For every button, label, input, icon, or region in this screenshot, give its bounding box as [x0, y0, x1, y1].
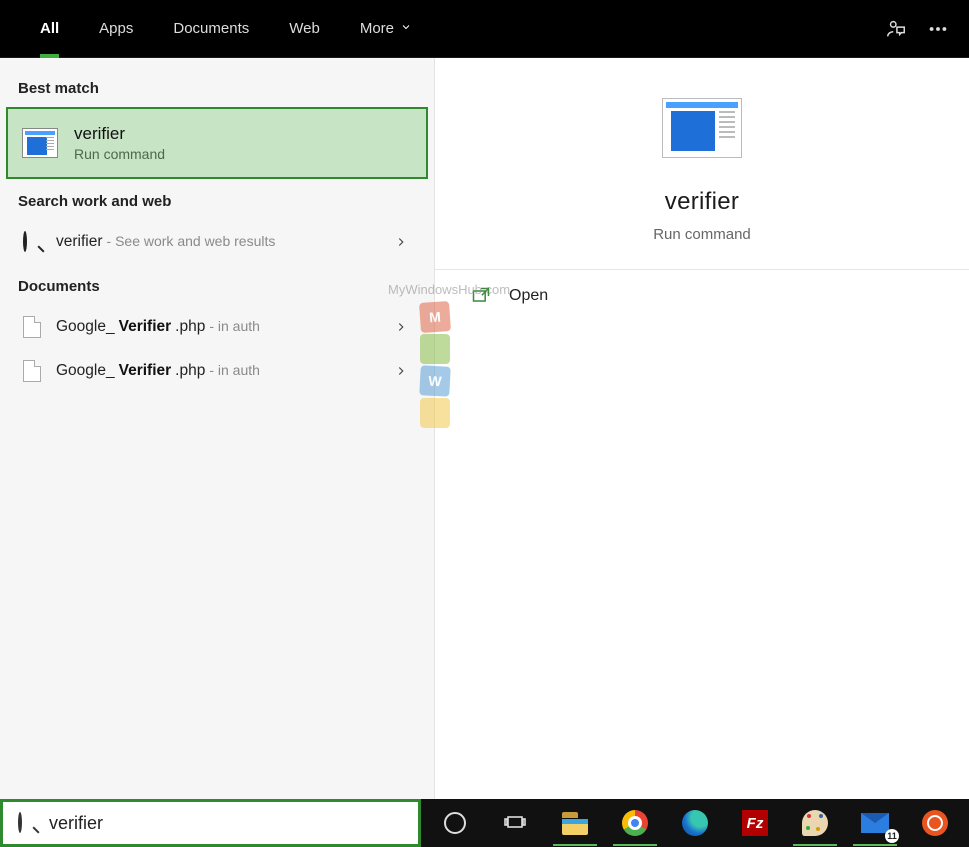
- tab-label: Web: [289, 20, 320, 37]
- taskbar-chrome[interactable]: [605, 799, 665, 847]
- tab-more[interactable]: More: [340, 0, 432, 58]
- doc-filename-bold: Verifier: [119, 362, 172, 380]
- more-options-icon[interactable]: [917, 8, 959, 50]
- tab-all[interactable]: All: [20, 0, 79, 58]
- bottom-bar: Fz 11: [0, 799, 969, 847]
- doc-filename-pre: Google_: [56, 362, 115, 380]
- section-header-best-match: Best match: [0, 66, 434, 107]
- tab-label: All: [40, 20, 59, 37]
- web-result-hint: - See work and web results: [107, 233, 276, 249]
- preview-title: verifier: [665, 188, 739, 216]
- mail-unread-badge: 11: [885, 829, 899, 843]
- start-search-box[interactable]: [0, 799, 421, 847]
- taskbar: Fz 11: [421, 799, 969, 847]
- web-result-row[interactable]: verifier - See work and web results: [0, 220, 434, 264]
- search-results-body: Best match verifier Run command Search w…: [0, 58, 969, 799]
- taskbar-paint[interactable]: [785, 799, 845, 847]
- filezilla-icon: Fz: [742, 810, 768, 836]
- taskbar-filezilla[interactable]: Fz: [725, 799, 785, 847]
- section-header-documents: Documents: [0, 264, 434, 305]
- best-match-result[interactable]: verifier Run command: [6, 107, 428, 179]
- run-command-icon: [662, 98, 742, 158]
- chrome-icon: [622, 810, 648, 836]
- taskview-icon: [503, 811, 527, 835]
- chevron-right-icon[interactable]: [386, 235, 416, 249]
- taskbar-ubuntu[interactable]: [905, 799, 965, 847]
- doc-filename-pre: Google_: [56, 318, 115, 336]
- run-command-icon: [20, 123, 60, 163]
- search-icon: [18, 233, 46, 251]
- doc-filename-post: .php: [175, 318, 205, 336]
- taskview-button[interactable]: [485, 799, 545, 847]
- preview-pane: verifier Run command Open: [435, 58, 969, 799]
- preview-subtitle: Run command: [653, 226, 751, 243]
- paint-icon: [802, 810, 828, 836]
- tab-label: More: [360, 20, 394, 37]
- tab-documents[interactable]: Documents: [153, 0, 269, 58]
- open-icon: [467, 286, 495, 306]
- web-result-term: verifier: [56, 233, 103, 251]
- doc-filename-bold: Verifier: [119, 318, 172, 336]
- search-filter-bar: All Apps Documents Web More: [0, 0, 969, 58]
- feedback-icon[interactable]: [875, 8, 917, 50]
- tab-label: Documents: [173, 20, 249, 37]
- open-action-label: Open: [509, 287, 548, 305]
- document-icon: [18, 360, 46, 382]
- chevron-right-icon[interactable]: [386, 320, 416, 334]
- file-explorer-icon: [562, 812, 588, 835]
- tab-apps[interactable]: Apps: [79, 0, 153, 58]
- edge-icon: [682, 810, 708, 836]
- document-icon: [18, 316, 46, 338]
- ubuntu-icon: [922, 810, 948, 836]
- doc-filename-post: .php: [175, 362, 205, 380]
- cortana-button[interactable]: [425, 799, 485, 847]
- mail-icon: [861, 813, 889, 833]
- open-action[interactable]: Open: [435, 270, 969, 322]
- taskbar-mail[interactable]: 11: [845, 799, 905, 847]
- results-column: Best match verifier Run command Search w…: [0, 58, 435, 799]
- tab-web[interactable]: Web: [269, 0, 340, 58]
- taskbar-edge[interactable]: [665, 799, 725, 847]
- chevron-down-icon: [400, 20, 412, 37]
- chevron-right-icon[interactable]: [386, 364, 416, 378]
- section-header-work-web: Search work and web: [0, 179, 434, 220]
- doc-location: - in auth: [209, 362, 260, 378]
- doc-location: - in auth: [209, 318, 260, 334]
- document-result-row[interactable]: Google_Verifier.php - in auth: [0, 305, 434, 349]
- document-result-row[interactable]: Google_Verifier.php - in auth: [0, 349, 434, 393]
- circle-icon: [444, 812, 466, 834]
- taskbar-file-explorer[interactable]: [545, 799, 605, 847]
- best-match-title: verifier: [74, 124, 165, 144]
- tab-label: Apps: [99, 20, 133, 37]
- search-icon: [15, 814, 39, 832]
- best-match-subtitle: Run command: [74, 146, 165, 162]
- search-input[interactable]: [49, 813, 410, 834]
